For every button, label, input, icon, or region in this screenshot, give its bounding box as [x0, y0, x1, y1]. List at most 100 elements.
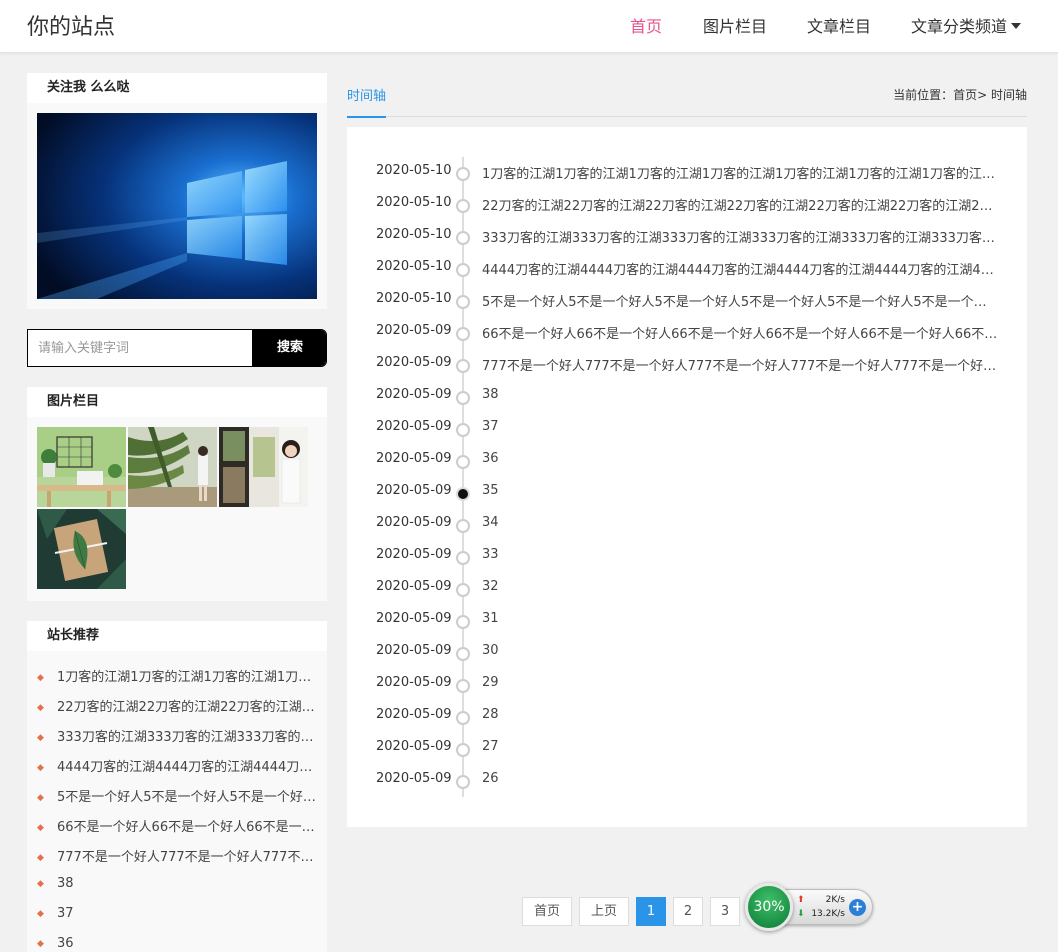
pagination-page-3[interactable]: 3 — [710, 897, 740, 926]
timeline-date: 2020-05-09 — [376, 579, 452, 594]
search-input[interactable] — [28, 330, 252, 366]
timeline-row[interactable]: 2020-05-09 33 — [347, 547, 1027, 567]
timeline-row[interactable]: 2020-05-09 36 — [347, 451, 1027, 471]
pagination-first-button[interactable]: 首页 — [522, 897, 572, 926]
timeline-title[interactable]: 33 — [482, 547, 999, 562]
timeline-date: 2020-05-09 — [376, 707, 452, 722]
recommend-item[interactable]: ◆5不是一个好人5不是一个好人5不是一个好人5不是一个好人 — [37, 786, 319, 805]
recommend-item[interactable]: ◆1刀客的江湖1刀客的江湖1刀客的江湖1刀客的江湖1刀客的江湖 — [37, 666, 319, 685]
download-speed: 13.2K/s — [811, 909, 845, 919]
timeline-title[interactable]: 22刀客的江湖22刀客的江湖22刀客的江湖22刀客的江湖22刀客的江湖22刀客的… — [482, 195, 999, 214]
timeline-date: 2020-05-09 — [376, 547, 452, 562]
timeline-title[interactable]: 34 — [482, 515, 999, 530]
timeline-title[interactable]: 28 — [482, 707, 999, 722]
recommend-item[interactable]: ◆66不是一个好人66不是一个好人66不是一个好人66不是一个好人 — [37, 816, 319, 835]
breadcrumb-home[interactable]: 首页 — [953, 88, 977, 102]
timeline-row[interactable]: 2020-05-10 1刀客的江湖1刀客的江湖1刀客的江湖1刀客的江湖1刀客的江湖… — [347, 163, 1027, 183]
diamond-bullet-icon: ◆ — [37, 733, 44, 743]
recommend-item[interactable]: ◆22刀客的江湖22刀客的江湖22刀客的江湖22刀客的江湖 — [37, 696, 319, 715]
site-title[interactable]: 你的站点 — [27, 9, 115, 41]
recommend-item[interactable]: ◆ 37 — [37, 906, 319, 921]
nav-item-articles[interactable]: 文章栏目 — [807, 13, 871, 37]
timeline-row[interactable]: 2020-05-09 31 — [347, 611, 1027, 631]
timeline-node-icon — [456, 711, 470, 725]
timeline-row[interactable]: 2020-05-09 26 — [347, 771, 1027, 791]
timeline-title[interactable]: 66不是一个好人66不是一个好人66不是一个好人66不是一个好人66不是一个好人… — [482, 323, 999, 342]
search-button[interactable]: 搜索 — [252, 330, 326, 366]
timeline-title[interactable]: 30 — [482, 643, 999, 658]
diamond-bullet-icon: ◆ — [37, 703, 44, 713]
recommend-item[interactable]: ◆4444刀客的江湖4444刀客的江湖4444刀客的江湖4444刀客的江湖 — [37, 756, 319, 775]
timeline-date: 2020-05-09 — [376, 771, 452, 786]
timeline-row[interactable]: 2020-05-10 333刀客的江湖333刀客的江湖333刀客的江湖333刀客的… — [347, 227, 1027, 247]
picture-thumb-gift-leaf[interactable] — [37, 509, 126, 589]
plus-icon[interactable]: + — [849, 899, 866, 916]
memory-usage-badge[interactable]: 30% — [745, 883, 793, 931]
timeline-node-active-icon — [456, 487, 470, 501]
pagination-page-2[interactable]: 2 — [673, 897, 703, 926]
timeline-title[interactable]: 38 — [482, 387, 999, 402]
timeline-date: 2020-05-09 — [376, 451, 452, 466]
timeline-row[interactable]: 2020-05-09 777不是一个好人777不是一个好人777不是一个好人777… — [347, 355, 1027, 375]
windows-wallpaper-image — [37, 113, 317, 299]
diamond-bullet-icon: ◆ — [37, 763, 44, 773]
timeline-title[interactable]: 29 — [482, 675, 999, 690]
recommend-box: 站长推荐 ◆1刀客的江湖1刀客的江湖1刀客的江湖1刀客的江湖1刀客的江湖 ◆22… — [27, 621, 327, 952]
timeline-row[interactable]: 2020-05-09 38 — [347, 387, 1027, 407]
pagination-prev-button[interactable]: 上页 — [579, 897, 629, 926]
network-speed-widget[interactable]: 30% ⬆ 2K/s ⬇ 13.2K/s + — [745, 883, 875, 931]
timeline-row[interactable]: 2020-05-09 35 — [347, 483, 1027, 503]
timeline-row[interactable]: 2020-05-09 27 — [347, 739, 1027, 759]
diamond-bullet-icon: ◆ — [37, 673, 44, 683]
timeline-title[interactable]: 4444刀客的江湖4444刀客的江湖4444刀客的江湖4444刀客的江湖4444… — [482, 259, 999, 278]
nav-item-home[interactable]: 首页 — [630, 13, 662, 37]
picture-thumb-desk[interactable] — [37, 427, 126, 507]
timeline-row[interactable]: 2020-05-10 5不是一个好人5不是一个好人5不是一个好人5不是一个好人5不… — [347, 291, 1027, 311]
timeline-title[interactable]: 777不是一个好人777不是一个好人777不是一个好人777不是一个好人777不… — [482, 355, 999, 374]
timeline-title[interactable]: 27 — [482, 739, 999, 754]
recommend-item[interactable]: ◆ 38 — [37, 876, 319, 891]
timeline-node-icon — [456, 359, 470, 373]
recommend-item[interactable]: ◆777不是一个好人777不是一个好人777不是一个好人777不是一个好人 — [37, 846, 319, 865]
timeline-node-icon — [456, 327, 470, 341]
timeline-row[interactable]: 2020-05-09 28 — [347, 707, 1027, 727]
timeline-row[interactable]: 2020-05-09 32 — [347, 579, 1027, 599]
caret-down-icon — [1011, 23, 1022, 29]
timeline-title[interactable]: 26 — [482, 771, 999, 786]
nav-item-article-categories[interactable]: 文章分类频道 — [911, 13, 1022, 37]
timeline-row[interactable]: 2020-05-09 66不是一个好人66不是一个好人66不是一个好人66不是一个… — [347, 323, 1027, 343]
timeline-node-icon — [456, 199, 470, 213]
timeline-title[interactable]: 1刀客的江湖1刀客的江湖1刀客的江湖1刀客的江湖1刀客的江湖1刀客的江湖1刀客的… — [482, 163, 999, 182]
timeline-node-icon — [456, 519, 470, 533]
timeline-date: 2020-05-09 — [376, 323, 452, 338]
tab-timeline[interactable]: 时间轴 — [347, 85, 387, 118]
timeline-title[interactable]: 37 — [482, 419, 999, 434]
timeline-date: 2020-05-09 — [376, 611, 452, 626]
picture-thumb-window-girl[interactable] — [219, 427, 308, 507]
timeline-title[interactable]: 32 — [482, 579, 999, 594]
timeline-title[interactable]: 31 — [482, 611, 999, 626]
timeline-date: 2020-05-10 — [376, 163, 452, 178]
timeline-date: 2020-05-09 — [376, 419, 452, 434]
recommend-title: 站长推荐 — [27, 621, 327, 651]
recommend-item[interactable]: ◆ 36 — [37, 936, 319, 951]
timeline-row[interactable]: 2020-05-09 29 — [347, 675, 1027, 695]
recommend-item[interactable]: ◆333刀客的江湖333刀客的江湖333刀客的江湖333刀客的江湖 — [37, 726, 319, 745]
timeline-date: 2020-05-09 — [376, 515, 452, 530]
timeline-axis — [462, 157, 464, 797]
timeline-row[interactable]: 2020-05-09 34 — [347, 515, 1027, 535]
nav-item-pictures[interactable]: 图片栏目 — [703, 13, 767, 37]
timeline-row[interactable]: 2020-05-09 30 — [347, 643, 1027, 663]
timeline-row[interactable]: 2020-05-09 37 — [347, 419, 1027, 439]
timeline-date: 2020-05-10 — [376, 259, 452, 274]
picture-thumb-palm-girl[interactable] — [128, 427, 217, 507]
timeline-row[interactable]: 2020-05-10 22刀客的江湖22刀客的江湖22刀客的江湖22刀客的江湖22… — [347, 195, 1027, 215]
timeline-title[interactable]: 35 — [482, 483, 999, 498]
timeline-title[interactable]: 36 — [482, 451, 999, 466]
timeline-date: 2020-05-10 — [376, 195, 452, 210]
timeline-title[interactable]: 333刀客的江湖333刀客的江湖333刀客的江湖333刀客的江湖333刀客的江湖… — [482, 227, 999, 246]
pagination-page-1[interactable]: 1 — [636, 897, 666, 926]
pictures-title: 图片栏目 — [27, 387, 327, 417]
timeline-row[interactable]: 2020-05-10 4444刀客的江湖4444刀客的江湖4444刀客的江湖444… — [347, 259, 1027, 279]
timeline-title[interactable]: 5不是一个好人5不是一个好人5不是一个好人5不是一个好人5不是一个好人5不是一个… — [482, 291, 999, 310]
